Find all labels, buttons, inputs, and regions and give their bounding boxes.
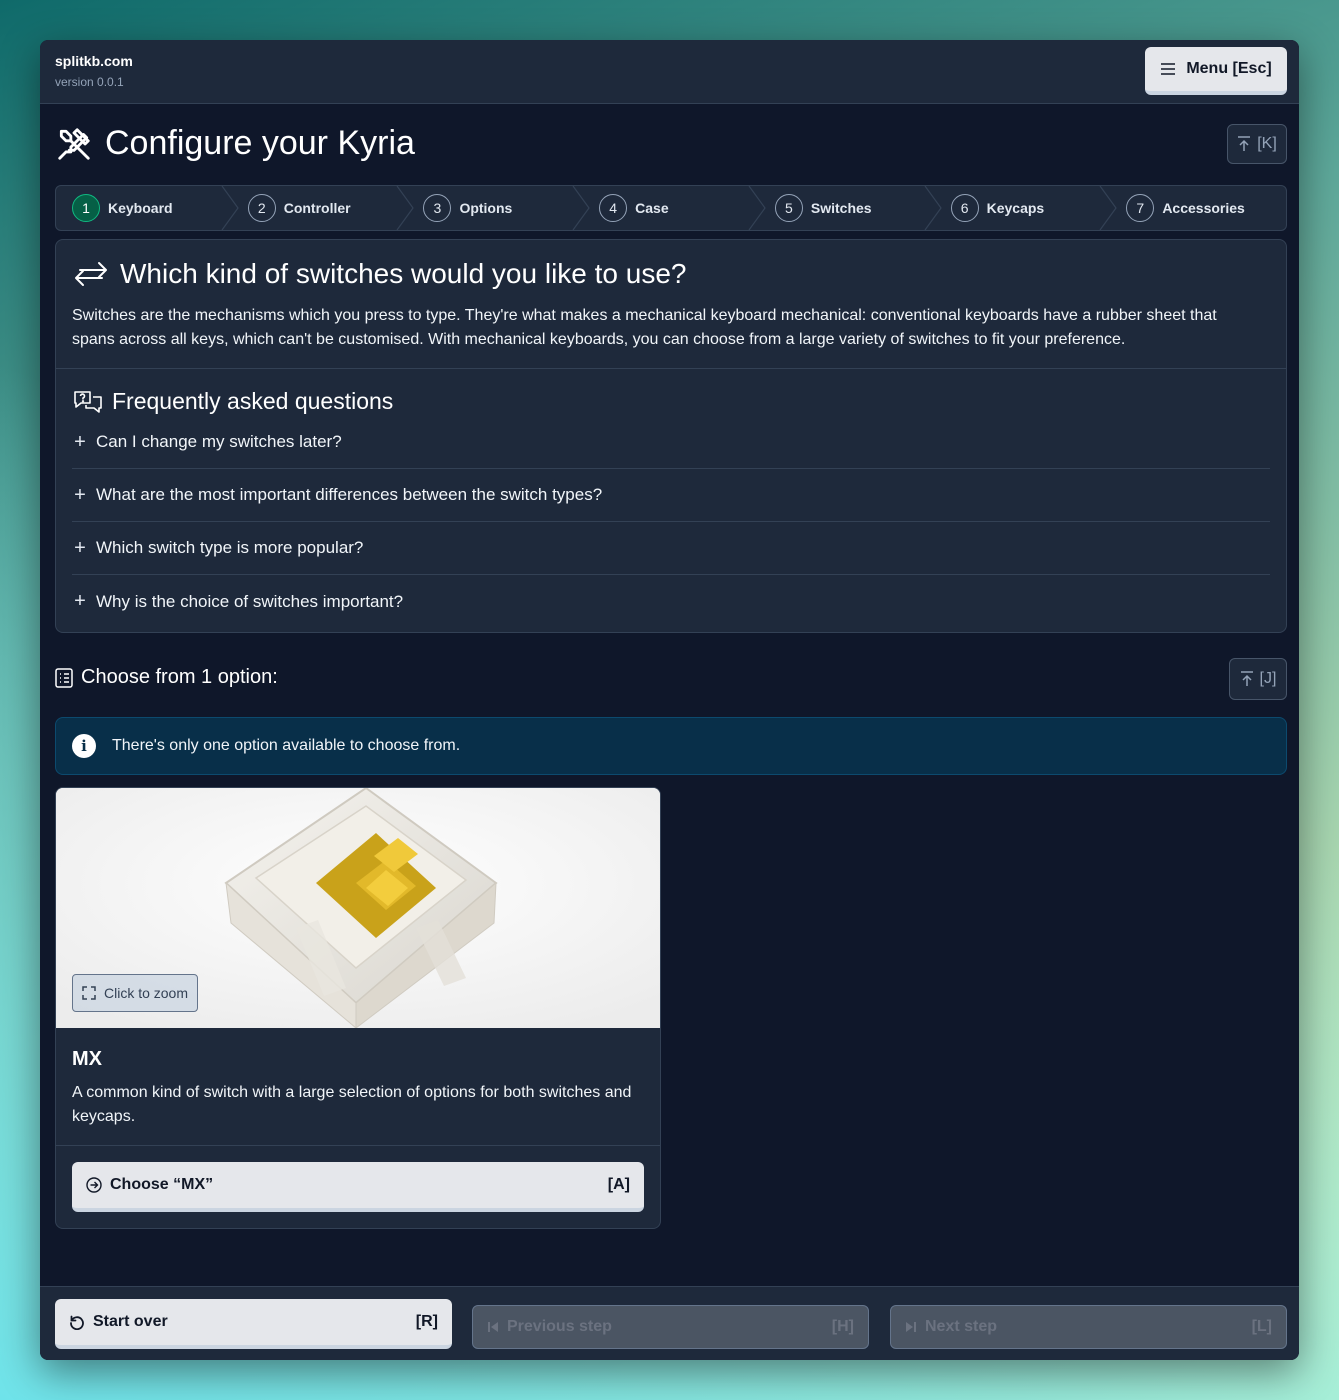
menu-button[interactable]: Menu [Esc] xyxy=(1145,47,1287,95)
step-label: Keycaps xyxy=(986,200,1045,216)
rotate-ccw-icon xyxy=(70,1315,84,1330)
step-keycaps[interactable]: 6 Keycaps xyxy=(935,186,1118,230)
tools-icon xyxy=(58,127,90,160)
configurator-window: splitkb.com version 0.0.1 Menu [Esc] Con… xyxy=(40,40,1299,1360)
faq-question: What are the most important differences … xyxy=(96,485,603,504)
faq-item[interactable]: + What are the most important difference… xyxy=(72,469,1270,522)
step-controller[interactable]: 2 Controller xyxy=(232,186,415,230)
skip-back-icon xyxy=(488,1322,498,1332)
jump-to-options-button[interactable]: [J] xyxy=(1229,658,1287,700)
plus-icon: + xyxy=(74,430,86,453)
option-description: A common kind of switch with a large sel… xyxy=(72,1084,632,1125)
step-case[interactable]: 4 Case xyxy=(583,186,766,230)
choose-title: Choose from 1 option: xyxy=(81,666,278,688)
chevron-separator xyxy=(924,186,942,230)
faq-header: Frequently asked questions xyxy=(72,388,393,415)
arrow-circle-right-icon xyxy=(86,1177,102,1193)
start-over-button[interactable]: Start over [R] xyxy=(55,1299,452,1349)
site-version: version 0.0.1 xyxy=(55,75,124,89)
step-options[interactable]: 3 Options xyxy=(407,186,590,230)
choose-key-label: [A] xyxy=(607,1176,630,1193)
expand-icon xyxy=(82,986,96,1000)
steps-nav: 1 Keyboard 2 Controller 3 Options 4 Case… xyxy=(55,185,1287,231)
chevron-separator xyxy=(396,186,415,230)
skip-forward-icon xyxy=(906,1322,916,1332)
question-card: Which kind of switches would you like to… xyxy=(55,239,1287,633)
next-step-label: Next step xyxy=(925,1318,998,1335)
question-title: Which kind of switches would you like to… xyxy=(120,258,687,289)
chevron-separator xyxy=(1099,186,1118,230)
divider xyxy=(56,1145,660,1146)
start-over-label: Start over xyxy=(93,1313,168,1330)
step-number: 2 xyxy=(247,194,276,222)
previous-step-label: Previous step xyxy=(507,1318,612,1335)
question-description: Switches are the mechanisms which you pr… xyxy=(72,307,1217,348)
plus-icon: + xyxy=(74,590,86,612)
choose-mx-button[interactable]: Choose “MX” [A] xyxy=(72,1162,644,1212)
info-icon: i xyxy=(72,734,96,758)
faq-item[interactable]: + Can I change my switches later? xyxy=(72,416,1270,469)
option-card-mx: Click to zoom MX A common kind of switch… xyxy=(55,787,661,1229)
step-number: 5 xyxy=(774,194,803,222)
top-bar: splitkb.com version 0.0.1 Menu [Esc] xyxy=(40,40,1299,104)
step-label: Options xyxy=(459,200,513,216)
step-label: Accessories xyxy=(1162,200,1245,216)
bottom-bar: Start over [R] Previous step [H] Next st… xyxy=(40,1286,1299,1360)
switch-image[interactable]: Click to zoom xyxy=(56,788,660,1028)
step-number: 6 xyxy=(950,194,979,222)
faq-question: Can I change my switches later? xyxy=(96,432,342,451)
step-number: 4 xyxy=(599,194,628,222)
divider xyxy=(56,368,1286,369)
step-accessories[interactable]: 7 Accessories xyxy=(1110,186,1286,230)
chevron-separator xyxy=(748,186,766,230)
click-to-zoom-button[interactable]: Click to zoom xyxy=(72,974,198,1012)
menu-button-label: Menu [Esc] xyxy=(1186,60,1272,77)
previous-step-button[interactable]: Previous step [H] xyxy=(472,1305,869,1349)
previous-step-key: [H] xyxy=(831,1318,854,1335)
step-label: Controller xyxy=(283,200,351,216)
option-name: MX xyxy=(72,1048,102,1070)
page-title: Configure your Kyria xyxy=(105,124,415,162)
step-number: 3 xyxy=(423,194,452,222)
faq-item[interactable]: + Why is the choice of switches importan… xyxy=(72,575,1270,628)
jump-key-label: [J] xyxy=(1259,670,1277,687)
step-label: Case xyxy=(635,200,669,216)
start-over-key: [R] xyxy=(415,1313,438,1330)
step-label: Switches xyxy=(810,200,872,216)
step-keyboard[interactable]: 1 Keyboard xyxy=(56,186,239,230)
chevron-separator xyxy=(572,186,590,230)
faq-question: Why is the choice of switches important? xyxy=(96,591,404,611)
question-header: Which kind of switches would you like to… xyxy=(72,258,687,290)
arrows-exchange-icon xyxy=(75,262,107,286)
info-text: There's only one option available to cho… xyxy=(112,737,461,754)
faq-list: + Can I change my switches later? + What… xyxy=(72,416,1270,628)
info-alert: i There's only one option available to c… xyxy=(55,717,1287,775)
arrow-up-to-line-icon xyxy=(1238,136,1251,151)
step-number: 1 xyxy=(72,194,100,222)
faq-question: Which switch type is more popular? xyxy=(96,538,364,557)
choose-button-label: Choose “MX” xyxy=(110,1176,214,1193)
step-switches[interactable]: 5 Switches xyxy=(759,186,942,230)
jump-to-top-button[interactable]: [K] xyxy=(1227,124,1287,164)
plus-icon: + xyxy=(74,536,86,559)
zoom-label: Click to zoom xyxy=(103,985,189,1001)
faq-title: Frequently asked questions xyxy=(112,388,394,414)
list-icon xyxy=(55,667,73,688)
jump-key-label: [K] xyxy=(1257,135,1277,152)
chat-question-icon xyxy=(74,390,102,413)
next-step-button[interactable]: Next step [L] xyxy=(890,1305,1287,1349)
next-step-key: [L] xyxy=(1251,1318,1272,1335)
step-number: 7 xyxy=(1126,194,1155,222)
chevron-separator xyxy=(221,186,239,230)
page-header: Configure your Kyria xyxy=(55,124,415,163)
faq-item[interactable]: + Which switch type is more popular? xyxy=(72,522,1270,575)
step-label: Keyboard xyxy=(108,200,173,216)
choose-header: Choose from 1 option: xyxy=(55,666,278,689)
menu-icon xyxy=(1161,63,1176,75)
arrow-up-to-line-icon xyxy=(1240,671,1253,686)
site-name[interactable]: splitkb.com xyxy=(55,53,133,69)
plus-icon: + xyxy=(74,483,86,506)
